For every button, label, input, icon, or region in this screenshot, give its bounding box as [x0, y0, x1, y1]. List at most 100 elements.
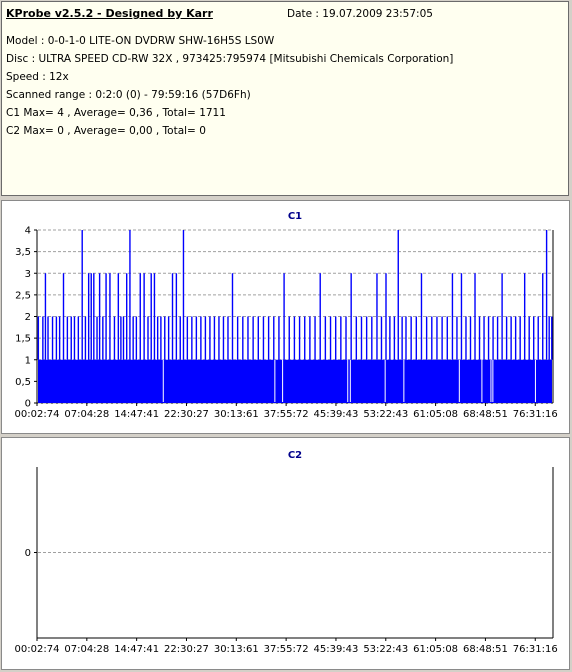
c2-x-tick-label: 76:31:16 — [513, 644, 558, 655]
c1-bar — [195, 316, 198, 360]
c1-bar — [533, 316, 535, 360]
c2-x-tick-label: 00:02:74 — [15, 644, 60, 655]
c1-bar — [51, 316, 54, 360]
c1-y-tick-label: 0 — [25, 399, 31, 410]
c1-bar — [132, 316, 134, 360]
c2-x-tick-label: 07:04:28 — [64, 644, 109, 655]
c1-bar — [55, 316, 58, 360]
disc-line: Disc : ULTRA SPEED CD-RW 32X , 973425:79… — [6, 53, 454, 65]
c1-y-tick-label: 1,5 — [15, 334, 31, 345]
c1-bar — [117, 273, 120, 360]
c1-bar — [62, 273, 65, 360]
c1-bar — [469, 316, 472, 360]
c1-bar — [436, 316, 438, 360]
c1-bar — [441, 316, 443, 360]
c1-gap — [403, 359, 405, 402]
c1-bar — [542, 273, 544, 360]
c1-y-tick-label: 2 — [25, 312, 31, 323]
c2-summary-line: C2 Max= 0 , Average= 0,00 , Total= 0 — [6, 125, 206, 137]
c1-bar — [93, 273, 95, 360]
c1-bar — [519, 316, 521, 360]
c1-bar — [329, 316, 332, 360]
c1-bar — [191, 316, 193, 360]
c1-gap — [492, 359, 494, 402]
c1-gap — [274, 359, 276, 402]
c2-chart-title: C2 — [288, 450, 302, 461]
c1-bar — [122, 316, 125, 360]
c1-bar — [397, 230, 399, 360]
c1-gap — [282, 359, 284, 402]
c1-bar — [389, 316, 391, 360]
c1-bar — [340, 316, 342, 360]
c1-bar — [283, 273, 285, 360]
c2-x-tick-label: 30:13:61 — [214, 644, 259, 655]
c1-y-tick-label: 3,5 — [15, 247, 31, 258]
c1-bar — [129, 230, 131, 360]
c1-bar — [273, 316, 275, 360]
c1-bar — [156, 316, 159, 360]
c1-bar — [465, 316, 467, 360]
c1-bar — [460, 273, 463, 360]
c1-bar — [147, 316, 149, 360]
c1-bar — [47, 316, 49, 360]
c1-bar — [179, 316, 181, 360]
c1-summary-line: C1 Max= 4 , Average= 0,36 , Total= 1711 — [6, 107, 226, 119]
c2-x-tick-label: 53:22:43 — [363, 644, 408, 655]
c1-bar — [247, 316, 249, 360]
c1-bar — [431, 316, 433, 360]
c1-x-tick-label: 76:31:16 — [513, 409, 558, 420]
speed-line: Speed : 12x — [6, 71, 69, 83]
c1-bar — [73, 316, 76, 360]
c1-bar — [324, 316, 327, 360]
c1-gap — [534, 359, 536, 402]
c1-bar — [81, 230, 83, 360]
c1-bar — [96, 316, 98, 360]
c1-gap — [347, 359, 349, 402]
c2-x-tick-label: 14:47:41 — [114, 644, 159, 655]
c1-chart-panel: C1 0 0,5 1 1,5 2 2,5 3 3,5 4 00:02:74 07:04:28 14:47… — [1, 200, 570, 434]
c1-x-tick-label: 07:04:28 — [64, 409, 109, 420]
c1-bar — [222, 316, 225, 360]
c1-x-tick-label: 61:05:08 — [413, 409, 458, 420]
c1-bar — [84, 316, 87, 360]
c1-bar — [278, 316, 280, 360]
c1-bar — [365, 316, 368, 360]
c1-bar — [267, 316, 270, 360]
c1-bar — [200, 316, 202, 360]
c1-gap — [349, 359, 351, 402]
c2-x-tick-label: 45:39:43 — [313, 644, 358, 655]
c1-bar — [528, 316, 530, 360]
c1-x-tick-label: 00:02:74 — [15, 409, 60, 420]
c1-bar — [209, 316, 211, 360]
c2-y-tick-label: 0 — [25, 548, 31, 559]
c1-bar — [182, 230, 185, 360]
c1-bar — [483, 316, 485, 360]
scan-date: Date : 19.07.2009 23:57:05 — [287, 8, 433, 20]
c1-gap — [162, 359, 164, 402]
c1-bar — [262, 316, 265, 360]
c1-bar — [492, 316, 494, 360]
c1-bar — [105, 273, 107, 360]
c1-bar — [139, 273, 141, 360]
c1-bar — [380, 316, 383, 360]
c1-bar — [551, 316, 553, 360]
c1-bar — [304, 316, 306, 360]
c1-bar — [446, 316, 448, 360]
c1-bar — [401, 316, 403, 360]
c1-bar — [66, 316, 69, 360]
c1-bar — [150, 273, 152, 360]
c1-bar — [135, 316, 138, 360]
c1-bar — [164, 316, 166, 360]
c1-x-tick-label: 30:13:61 — [214, 409, 259, 420]
c1-bar — [109, 273, 111, 360]
c1-bar — [360, 316, 363, 360]
c1-gap — [481, 359, 483, 402]
c1-bar — [410, 316, 412, 360]
c1-bar — [345, 316, 347, 360]
c1-bar — [42, 316, 44, 360]
c2-x-tick-label: 68:48:51 — [463, 644, 508, 655]
c1-bar — [236, 316, 239, 360]
c1-y-tick-label: 1 — [25, 355, 31, 366]
c1-bar — [393, 316, 396, 360]
c1-bar — [355, 316, 358, 360]
